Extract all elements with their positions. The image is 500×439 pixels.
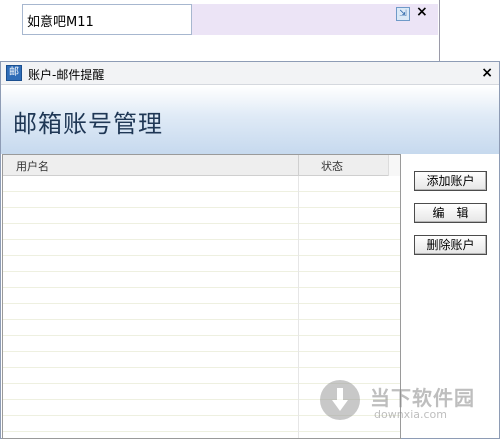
column-header-username[interactable]: 用户名 [16, 158, 49, 174]
table-header: 用户名 状态 [3, 155, 400, 176]
add-account-button[interactable]: 添加账户 [414, 171, 487, 191]
header-banner: 邮箱账号管理 [1, 86, 499, 154]
watermark-text-cn: 当下软件园 [370, 386, 475, 410]
watermark-text-en: downxia.com [374, 408, 447, 421]
page-title: 邮箱账号管理 [13, 110, 163, 138]
dialog-close-button[interactable]: × [481, 65, 493, 81]
column-grid-line [298, 176, 299, 438]
column-header-status[interactable]: 状态 [321, 158, 343, 174]
toolbar-text-input[interactable]: 如意吧M11 [22, 4, 192, 35]
dialog-title: 账户-邮件提醒 [28, 68, 105, 82]
watermark: 当下软件园 downxia.com [318, 376, 498, 436]
expand-icon[interactable]: ⇲ [396, 7, 410, 21]
edit-button[interactable]: 编 辑 [414, 203, 487, 223]
column-divider[interactable] [298, 155, 299, 176]
delete-account-button[interactable]: 删除账户 [414, 235, 487, 255]
background-toolbar-window: 如意吧M11 ⇲ × [0, 0, 440, 62]
column-header-filler [388, 155, 400, 176]
mail-app-icon: 邮 [6, 65, 22, 81]
toolbar-close-button[interactable]: × [416, 4, 428, 20]
download-arrow-icon [332, 388, 348, 411]
dialog-titlebar[interactable]: 邮 账户-邮件提醒 × [1, 62, 499, 85]
